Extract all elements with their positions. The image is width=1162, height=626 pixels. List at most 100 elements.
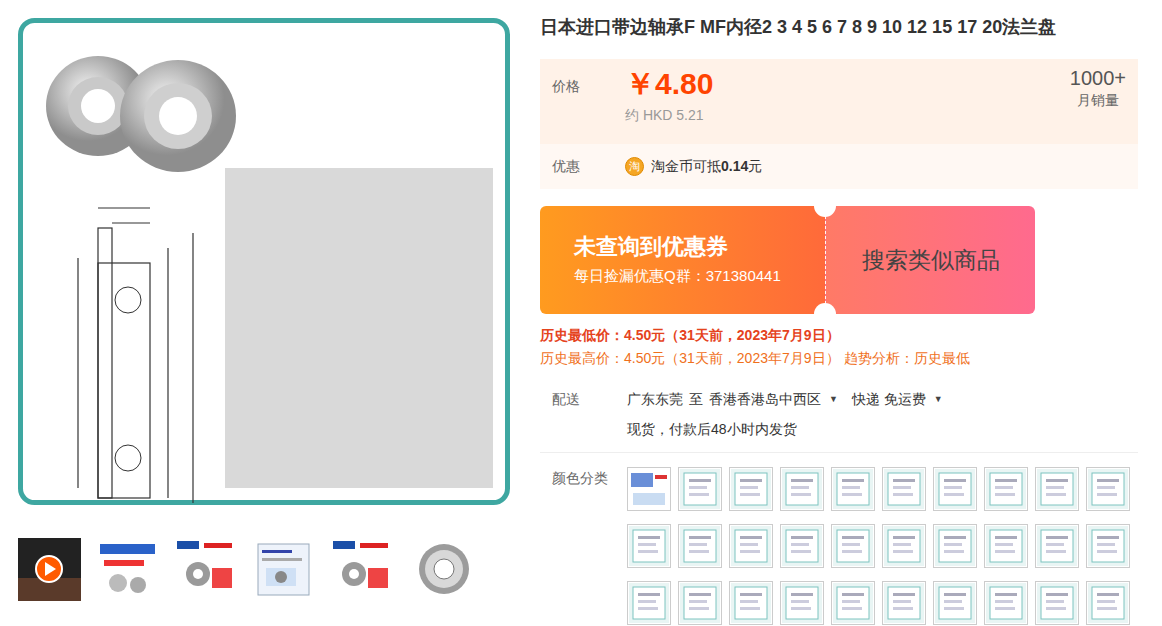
delivery-route: 广东东莞至香港香港岛中西区 ▼ 快递 免运费 ▼: [627, 384, 1138, 414]
gallery: [0, 0, 510, 601]
variant-grid: [627, 467, 1138, 625]
to-word: 至: [689, 384, 703, 414]
variant-swatch[interactable]: [1086, 467, 1130, 511]
variant-swatch[interactable]: [729, 581, 773, 625]
dropdown-arrow-icon[interactable]: ▼: [829, 384, 838, 414]
swatch-image: [986, 469, 1026, 509]
variant-swatch[interactable]: [729, 524, 773, 568]
swatch-image: [731, 583, 771, 623]
swatch-image: [1037, 526, 1077, 566]
thumbnail[interactable]: [174, 538, 237, 601]
coupon-title: 未查询到优惠券: [574, 233, 825, 261]
variant-swatch[interactable]: [882, 581, 926, 625]
swatch-image: [884, 526, 924, 566]
variant-swatch[interactable]: [882, 524, 926, 568]
swatch-image: [935, 526, 975, 566]
product-title: 日本进口带边轴承F MF内径2 3 4 5 6 7 8 9 10 12 15 1…: [540, 14, 1138, 40]
discount-text: 淘金币可抵0.14元: [651, 158, 762, 176]
ship-from: 广东东莞: [627, 384, 683, 414]
sales-count: 1000+: [1070, 66, 1126, 90]
swatch-image: [935, 583, 975, 623]
variant-swatch[interactable]: [678, 581, 722, 625]
swatch-image: [1088, 526, 1128, 566]
variant-swatch[interactable]: [831, 467, 875, 511]
variant-swatch[interactable]: [1035, 581, 1079, 625]
dropdown-arrow-icon[interactable]: ▼: [934, 384, 943, 414]
highest-price-row: 历史最高价：4.50元（31天前，2023年7月9日）趋势分析：历史最低: [540, 347, 1138, 370]
variant-swatch[interactable]: [627, 524, 671, 568]
variant-swatch[interactable]: [780, 581, 824, 625]
delivery-label: 配送: [552, 384, 625, 414]
discount-amount: 0.14: [721, 158, 748, 174]
swatch-image: [731, 526, 771, 566]
swatch-image: [680, 583, 720, 623]
ticket-notch: [814, 195, 836, 217]
swatch-image: [782, 469, 822, 509]
variant-swatch[interactable]: [831, 524, 875, 568]
price-box: 价格￥4.80约 HKD 5.21 1000+月销量: [540, 59, 1138, 144]
variant-swatch[interactable]: [933, 581, 977, 625]
thumbnail[interactable]: [96, 538, 159, 601]
swatch-image: [986, 583, 1026, 623]
swatch-image: [731, 469, 771, 509]
ship-to[interactable]: 香港香港岛中西区: [709, 384, 821, 414]
price-column: ￥4.80约 HKD 5.21: [625, 59, 713, 144]
swatch-image: [629, 469, 669, 509]
variant-swatch[interactable]: [984, 524, 1028, 568]
swatch-image: [1088, 583, 1128, 623]
monthly-sales: 1000+月销量: [1070, 59, 1126, 144]
swatch-image: [1037, 469, 1077, 509]
swatch-image: [680, 469, 720, 509]
variant-swatch[interactable]: [678, 524, 722, 568]
swatch-image: [935, 469, 975, 509]
swatch-image: [833, 469, 873, 509]
trend-analysis[interactable]: 趋势分析：历史最低: [844, 350, 970, 366]
variant-swatch[interactable]: [729, 467, 773, 511]
variant-swatch[interactable]: [831, 581, 875, 625]
coupon-subtitle: 每日捡漏优惠Q群：371380441: [574, 267, 825, 286]
variant-swatch[interactable]: [678, 467, 722, 511]
promo-thumbnail-image: [96, 538, 159, 601]
ticket-notch: [814, 303, 836, 325]
product-image: [18, 18, 510, 505]
variant-swatch[interactable]: [933, 524, 977, 568]
variant-swatch[interactable]: [1086, 524, 1130, 568]
thumbnail[interactable]: [18, 538, 81, 601]
variant-swatch[interactable]: [627, 467, 671, 511]
variant-swatch[interactable]: [984, 467, 1028, 511]
swatch-image: [1088, 469, 1128, 509]
spacer: [552, 414, 627, 444]
variant-swatch[interactable]: [933, 467, 977, 511]
swatch-image: [884, 469, 924, 509]
coupon-info: 未查询到优惠券每日捡漏优惠Q群：371380441: [540, 206, 825, 314]
shipping-method[interactable]: 快递 免运费: [852, 384, 926, 414]
thumbnail[interactable]: [330, 538, 393, 601]
variant-swatch[interactable]: [1035, 524, 1079, 568]
variant-label: 颜色分类: [552, 467, 625, 625]
bearing-thumbnail-image: [408, 538, 471, 601]
search-similar-button[interactable]: 搜索类似商品: [825, 206, 1035, 314]
stock-status: 现货，付款后48小时内发货: [627, 414, 1138, 444]
nsk-thumbnail-image: [174, 538, 237, 601]
swatch-image: [884, 583, 924, 623]
thumbnail[interactable]: [252, 538, 315, 601]
swatch-image: [1037, 583, 1077, 623]
lowest-price: 历史最低价：4.50元（31天前，2023年7月9日）: [540, 324, 1138, 347]
thumbnail-strip: [18, 538, 510, 601]
variant-swatch[interactable]: [882, 467, 926, 511]
discount-row: 优惠淘淘金币可抵0.14元: [540, 144, 1138, 189]
price-label: 价格: [552, 59, 625, 144]
swatch-image: [629, 583, 669, 623]
variant-swatch[interactable]: [780, 467, 824, 511]
variant-swatch[interactable]: [627, 581, 671, 625]
swatch-image: [782, 583, 822, 623]
main-image[interactable]: [18, 18, 510, 509]
variant-swatch[interactable]: [1035, 467, 1079, 511]
converted-price: 约 HKD 5.21: [625, 107, 713, 125]
variant-swatch[interactable]: [984, 581, 1028, 625]
highest-price: 历史最高价：4.50元（31天前，2023年7月9日）: [540, 350, 840, 366]
play-icon: [18, 538, 81, 601]
thumbnail[interactable]: [408, 538, 471, 601]
variant-swatch[interactable]: [780, 524, 824, 568]
variant-swatch[interactable]: [1086, 581, 1130, 625]
